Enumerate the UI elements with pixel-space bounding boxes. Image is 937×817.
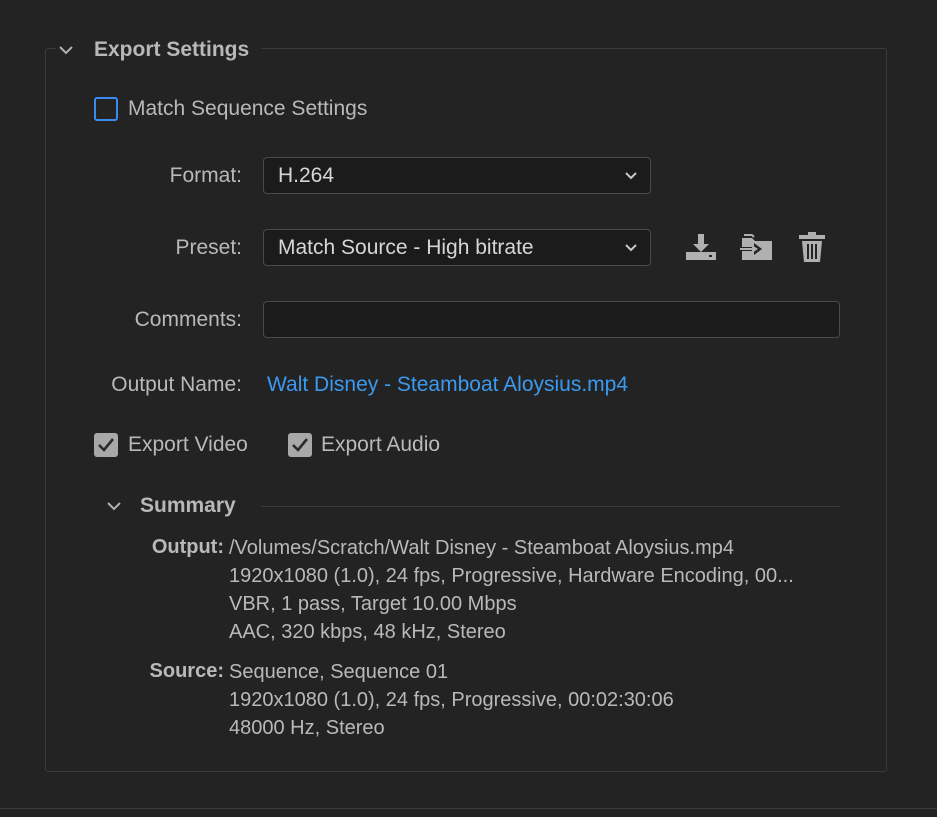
chevron-down-icon (625, 244, 637, 252)
chevron-down-icon[interactable] (56, 40, 76, 60)
import-icon (740, 234, 772, 260)
summary-source-line: 48000 Hz, Stereo (229, 717, 385, 739)
import-preset-button[interactable] (740, 230, 774, 264)
checkmark-icon (292, 438, 309, 452)
save-preset-button[interactable] (684, 230, 718, 264)
checkmark-icon (98, 438, 115, 452)
summary-divider (261, 506, 840, 507)
summary-source-key: Source: (149, 660, 224, 682)
summary-output-line: /Volumes/Scratch/Walt Disney - Steamboat… (229, 537, 735, 559)
summary-output-lines: /Volumes/Scratch/Walt Disney - Steamboat… (229, 534, 794, 646)
summary-output-line: AAC, 320 kbps, 48 kHz, Stereo (229, 621, 506, 643)
comments-label: Comments: (134, 308, 242, 331)
preset-value: Match Source - High bitrate (278, 235, 534, 259)
section-title: Export Settings (94, 38, 250, 61)
export-video-label[interactable]: Export Video (128, 433, 248, 457)
summary-header[interactable]: Summary (104, 494, 236, 518)
comments-input[interactable] (263, 301, 840, 338)
match-sequence-checkbox[interactable] (94, 97, 118, 121)
preset-dropdown[interactable]: Match Source - High bitrate (263, 229, 651, 266)
chevron-down-icon[interactable] (104, 496, 124, 516)
format-dropdown[interactable]: H.264 (263, 157, 651, 194)
export-audio-checkbox[interactable] (288, 433, 312, 457)
summary-output-line: VBR, 1 pass, Target 10.00 Mbps (229, 593, 517, 615)
match-sequence-label[interactable]: Match Sequence Settings (128, 97, 367, 121)
format-label: Format: (169, 164, 242, 187)
format-value: H.264 (278, 163, 335, 187)
summary-source-line: Sequence, Sequence 01 (229, 661, 449, 683)
delete-preset-button[interactable] (795, 230, 829, 264)
export-audio-label[interactable]: Export Audio (321, 433, 440, 457)
bottom-divider (0, 808, 937, 809)
download-icon (686, 234, 716, 260)
export-video-checkbox[interactable] (94, 433, 118, 457)
chevron-down-icon (625, 172, 637, 180)
summary-output-key: Output: (151, 536, 224, 558)
output-name-link[interactable]: Walt Disney - Steamboat Aloysius.mp4 (267, 373, 628, 397)
summary-source-line: 1920x1080 (1.0), 24 fps, Progressive, 00… (229, 689, 674, 711)
summary-output-line: 1920x1080 (1.0), 24 fps, Progressive, Ha… (229, 565, 794, 587)
summary-title: Summary (140, 494, 236, 517)
summary-source-lines: Sequence, Sequence 01 1920x1080 (1.0), 2… (229, 658, 674, 742)
preset-label: Preset: (175, 236, 242, 259)
trash-icon (799, 232, 825, 262)
export-settings-header[interactable]: Export Settings (56, 34, 262, 66)
output-name-label: Output Name: (111, 373, 242, 396)
